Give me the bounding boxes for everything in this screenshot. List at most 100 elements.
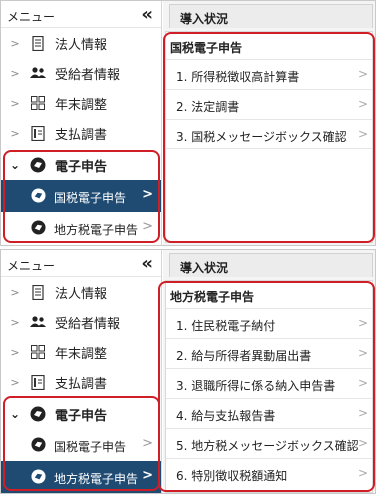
sidebar-item-corporate-info[interactable]: > 法人情報 [1, 28, 161, 58]
card-title: 地方税電子申告 [170, 290, 255, 304]
menu-item-label: 2. 給与所得者異動届出書 [176, 349, 312, 363]
sidebar-item-label: 受給者情報 [55, 316, 121, 332]
sidebar-item-label: 受給者情報 [55, 67, 121, 83]
sidebar-item-e-filing[interactable]: ⌄ 電子申告 [1, 399, 161, 429]
sidebar-item-corporate-info[interactable]: > 法人情報 [1, 277, 161, 307]
menu-item-national-message-box[interactable]: 3. 国税メッセージボックス確認 > [166, 119, 372, 149]
grid-icon [29, 95, 47, 111]
chevron-right-icon: > [142, 219, 153, 234]
tab-label: 導入状況 [180, 261, 229, 275]
chevron-right-icon: > [142, 187, 153, 202]
tab-setup-status[interactable]: 導入状況 [169, 253, 373, 277]
menu-item-label: 2. 法定調書 [176, 100, 240, 114]
chevron-right-icon: > [10, 96, 20, 110]
menu-item-label: 3. 国税メッセージボックス確認 [176, 130, 347, 144]
grid-icon [29, 344, 47, 360]
sidebar-item-recipient-info[interactable]: > 受給者情報 [1, 58, 161, 88]
menu-item-label: 1. 住民税電子納付 [176, 319, 276, 333]
menu-item-local-message-box[interactable]: 5. 地方税メッセージボックス確認 > [166, 428, 372, 458]
chevron-right-icon: > [10, 36, 20, 50]
users-icon [29, 65, 47, 81]
screen-national-tax: メニュー « > 法人情報 > 受給者情報 > 年末調整 > 支払調書 ⌄ 電子… [0, 0, 376, 246]
sidebar-item-recipient-info[interactable]: > 受給者情報 [1, 307, 161, 337]
sidebar-header: メニュー « [1, 250, 161, 277]
sidebar-item-year-end[interactable]: > 年末調整 [1, 337, 161, 367]
collapse-menu-button[interactable]: « [141, 4, 153, 25]
main-content: 導入状況 国税電子申告 1. 所得税徴収高計算書 > 2. 法定調書 > 3. … [163, 1, 375, 245]
chevron-right-icon: > [357, 436, 368, 450]
chevron-right-icon: > [357, 466, 368, 480]
sidebar-item-label: 支払調書 [55, 376, 108, 392]
sidebar-item-label: 法人情報 [55, 37, 108, 53]
sidebar-item-year-end[interactable]: > 年末調整 [1, 88, 161, 118]
menu-item-employee-change-notice[interactable]: 2. 給与所得者異動届出書 > [166, 338, 372, 368]
menu-title: メニュー [7, 259, 56, 273]
sidebar-item-label: 年末調整 [55, 97, 108, 113]
chevron-right-icon: > [10, 375, 20, 389]
chevron-right-icon: > [357, 316, 368, 330]
chevron-right-icon: > [357, 67, 368, 81]
building-icon [29, 284, 47, 300]
sidebar-subitem-local-tax[interactable]: 地方税電子申告 > [1, 461, 161, 493]
tab-setup-status[interactable]: 導入状況 [169, 4, 373, 28]
e-filing-icon [31, 188, 46, 206]
sidebar-item-label: 支払調書 [55, 127, 108, 143]
menu-item-salary-payment-report[interactable]: 4. 給与支払報告書 > [166, 398, 372, 428]
chevron-right-icon: > [357, 127, 368, 141]
users-icon [29, 314, 47, 330]
card-title: 国税電子申告 [170, 41, 243, 55]
sidebar-item-payment-record[interactable]: > 支払調書 [1, 118, 161, 148]
sidebar-item-e-filing[interactable]: ⌄ 電子申告 [1, 150, 161, 180]
menu-item-retirement-income-return[interactable]: 3. 退職所得に係る納入申告書 > [166, 368, 372, 398]
e-filing-icon [31, 220, 46, 238]
chevron-right-icon: > [357, 406, 368, 420]
sidebar-item-label: 電子申告 [55, 159, 108, 175]
sidebar-subitem-label: 地方税電子申告 [54, 223, 139, 237]
sidebar: メニュー « > 法人情報 > 受給者情報 > 年末調整 > 支払調書 ⌄ 電子… [1, 250, 162, 493]
collapse-menu-button[interactable]: « [141, 253, 153, 274]
menu-item-income-tax-withholding[interactable]: 1. 所得税徴収高計算書 > [166, 59, 372, 89]
menu-item-label: 5. 地方税メッセージボックス確認 [176, 439, 359, 453]
chevron-right-icon: > [357, 376, 368, 390]
sidebar-item-label: 年末調整 [55, 346, 108, 362]
main-content: 導入状況 地方税電子申告 1. 住民税電子納付 > 2. 給与所得者異動届出書 … [163, 250, 375, 493]
local-tax-card: 地方税電子申告 1. 住民税電子納付 > 2. 給与所得者異動届出書 > 3. … [165, 280, 373, 493]
national-tax-card: 国税電子申告 1. 所得税徴収高計算書 > 2. 法定調書 > 3. 国税メッセ… [165, 31, 373, 243]
chevron-down-icon: ⌄ [9, 407, 21, 421]
e-filing-icon [29, 406, 47, 422]
chevron-right-icon: > [10, 345, 20, 359]
chevron-right-icon: > [357, 97, 368, 111]
chevron-right-icon: > [357, 346, 368, 360]
sidebar-item-label: 法人情報 [55, 286, 108, 302]
screen-local-tax: メニュー « > 法人情報 > 受給者情報 > 年末調整 > 支払調書 ⌄ 電子… [0, 249, 376, 494]
menu-item-special-collection-notice[interactable]: 6. 特別徴収税額通知 > [166, 458, 372, 488]
menu-item-label: 6. 特別徴収税額通知 [176, 469, 288, 483]
building-icon [29, 35, 47, 51]
chevron-right-icon: > [142, 436, 153, 451]
e-filing-icon [31, 469, 46, 487]
menu-title: メニュー [7, 10, 56, 24]
chevron-right-icon: > [10, 66, 20, 80]
sidebar-subitem-local-tax[interactable]: 地方税電子申告 > [1, 212, 161, 244]
sidebar-item-payment-record[interactable]: > 支払調書 [1, 367, 161, 397]
chevron-right-icon: > [10, 315, 20, 329]
menu-item-label: 1. 所得税徴収高計算書 [176, 70, 300, 84]
sidebar-header: メニュー « [1, 1, 161, 28]
chevron-right-icon: > [10, 126, 20, 140]
sidebar: メニュー « > 法人情報 > 受給者情報 > 年末調整 > 支払調書 ⌄ 電子… [1, 1, 162, 245]
sidebar-subitem-label: 国税電子申告 [54, 191, 127, 205]
e-filing-icon [31, 437, 46, 455]
sidebar-subitem-label: 国税電子申告 [54, 440, 127, 454]
sidebar-subitem-national-tax[interactable]: 国税電子申告 > [1, 429, 161, 461]
document-icon [29, 374, 47, 390]
tab-label: 導入状況 [180, 12, 229, 26]
sidebar-item-label: 電子申告 [55, 408, 108, 424]
menu-item-resident-tax-payment[interactable]: 1. 住民税電子納付 > [166, 308, 372, 338]
chevron-right-icon: > [142, 468, 153, 483]
menu-item-statutory-records[interactable]: 2. 法定調書 > [166, 89, 372, 119]
chevron-right-icon: > [10, 285, 20, 299]
menu-item-label: 4. 給与支払報告書 [176, 409, 276, 423]
e-filing-icon [29, 157, 47, 173]
chevron-down-icon: ⌄ [9, 158, 21, 172]
sidebar-subitem-national-tax[interactable]: 国税電子申告 > [1, 180, 161, 212]
